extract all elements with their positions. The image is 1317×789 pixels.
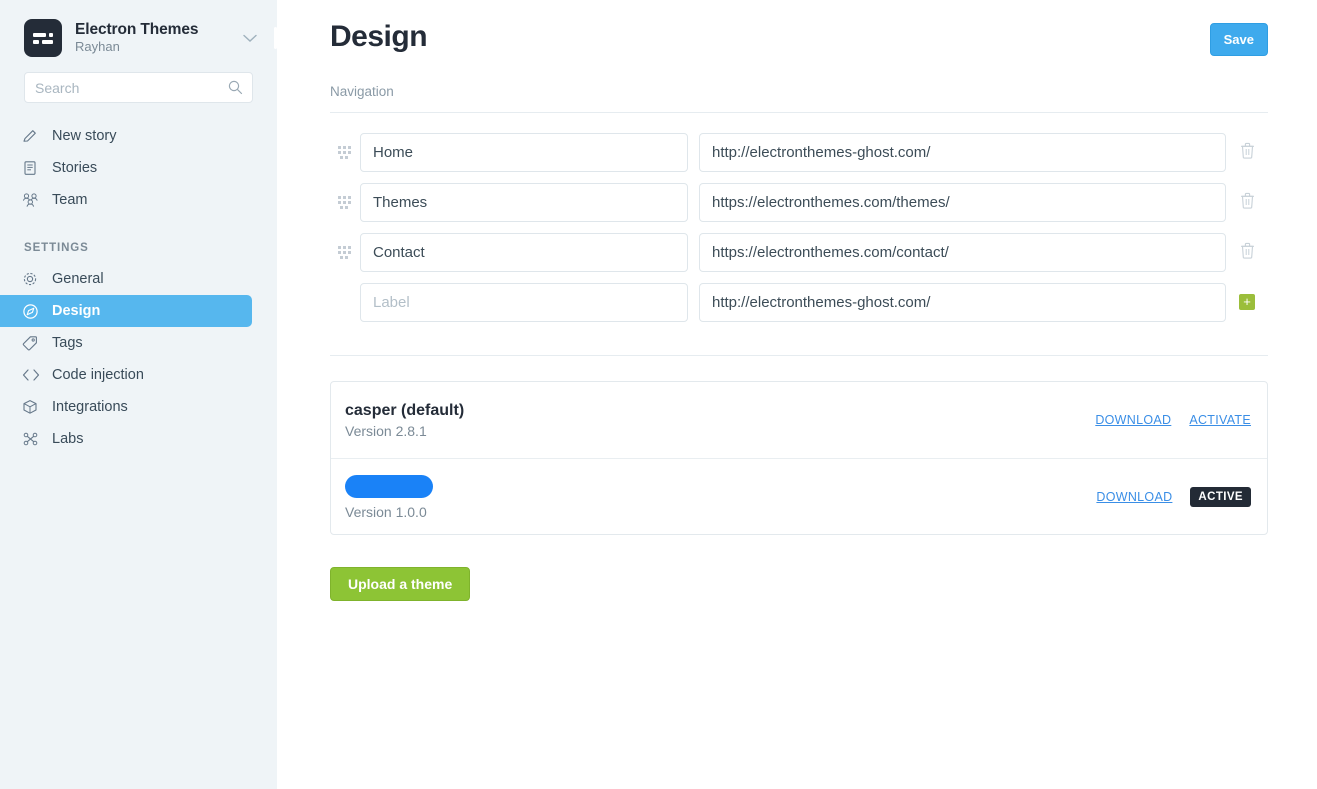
sidebar-item-general[interactable]: General (0, 263, 277, 295)
theme-actions: DOWNLOAD ACTIVE (1096, 486, 1251, 507)
navigation-row (330, 127, 1268, 177)
navigation-section-label: Navigation (330, 84, 1268, 113)
brand-title: Electron Themes (75, 20, 199, 38)
sidebar-item-code-injection[interactable]: Code injection (0, 359, 277, 391)
nav-label-input[interactable] (360, 182, 688, 222)
drag-handle-icon[interactable] (330, 245, 352, 259)
brand-switcher[interactable]: Electron Themes Rayhan (0, 0, 277, 58)
sidebar-item-label: Code injection (52, 367, 144, 383)
upload-theme-button[interactable]: Upload a theme (330, 567, 471, 601)
theme-name: casper (default) (345, 401, 465, 419)
sidebar-item-label: General (52, 271, 104, 287)
code-icon (22, 368, 44, 382)
sidebar-item-integrations[interactable]: Integrations (0, 391, 277, 423)
nav-row-action: + (1226, 294, 1268, 310)
people-icon (22, 192, 44, 208)
sidebar-item-labs[interactable]: Labs (0, 423, 277, 455)
nav-label-input[interactable] (360, 132, 688, 172)
theme-version: Version 1.0.0 (345, 504, 427, 520)
content-area: Navigation Home http://electronthemes-gh… (277, 84, 1317, 601)
sidebar-item-label: New story (52, 128, 117, 144)
nav-row-action (1226, 142, 1268, 162)
sidebar-item-label: Stories (52, 160, 98, 176)
trash-icon[interactable] (1240, 242, 1255, 262)
trash-icon[interactable] (1240, 192, 1255, 212)
nav-url-input[interactable] (699, 232, 1226, 272)
sidebar-item-team[interactable]: Team (0, 184, 277, 216)
page-header: Design Save (277, 0, 1317, 56)
theme-info: Version 1.0.0 (345, 473, 1096, 520)
nav-url-input[interactable] (699, 182, 1226, 222)
nav-row-action (1226, 192, 1268, 212)
brand-text: Electron Themes Rayhan (75, 21, 239, 56)
tag-icon (22, 335, 44, 351)
sidebar-item-label: Team (52, 192, 88, 208)
nav-url-input[interactable] (699, 132, 1226, 172)
sidebar-item-label: Tags (52, 335, 83, 351)
theme-activate-link[interactable]: ACTIVATE (1189, 413, 1251, 427)
theme-row: Version 1.0.0 DOWNLOAD ACTIVE (331, 458, 1267, 534)
sidebar-item-label: Labs (52, 431, 84, 447)
sidebar-item-label: Design (52, 303, 101, 319)
settings-nav: General Design Tags Code injection Integ… (0, 263, 277, 455)
box-icon (22, 399, 44, 415)
flask-icon (22, 431, 44, 447)
gear-icon (22, 271, 44, 287)
sidebar-item-stories[interactable]: Stories (0, 152, 277, 184)
save-button[interactable]: Save (1209, 23, 1268, 56)
section-divider (330, 355, 1268, 356)
search-icon (228, 80, 243, 100)
themes-list: casper (default) Version 2.8.1 DOWNLOAD … (330, 381, 1268, 535)
compass-icon (22, 303, 44, 320)
theme-info: casper (default) Version 2.8.1 (345, 402, 1095, 439)
drag-handle-icon[interactable] (330, 195, 352, 209)
navigation-row (330, 177, 1268, 227)
theme-version: Version 2.8.1 (345, 422, 427, 439)
trash-icon[interactable] (1240, 142, 1255, 162)
document-icon (22, 160, 44, 176)
search-box[interactable] (24, 72, 253, 103)
main-content: Design Save Navigation Home http://elect… (277, 0, 1317, 789)
page-title: Design (330, 20, 428, 53)
status-badge: ACTIVE (1190, 486, 1251, 507)
search-wrapper (0, 58, 277, 103)
brand-subtitle: Rayhan (75, 39, 120, 55)
sidebar-item-design[interactable]: Design (0, 295, 252, 327)
sidebar-item-label: Integrations (52, 399, 128, 415)
chevron-down-icon[interactable] (239, 34, 261, 43)
app-root: Electron Themes Rayhan New story (0, 0, 1317, 789)
sidebar-item-tags[interactable]: Tags (0, 327, 277, 359)
nav-url-input-new[interactable] (699, 282, 1226, 322)
nav-row-action (1226, 242, 1268, 262)
theme-download-link[interactable]: DOWNLOAD (1096, 490, 1172, 504)
sidebar-item-new-story[interactable]: New story (0, 120, 277, 152)
navigation-rows: + (330, 127, 1268, 327)
sidebar: Electron Themes Rayhan New story (0, 0, 284, 789)
theme-download-link[interactable]: DOWNLOAD (1095, 413, 1171, 427)
nav-label-input[interactable] (360, 232, 688, 272)
redaction-mark (345, 475, 433, 498)
navigation-row (330, 227, 1268, 277)
drag-handle-icon[interactable] (330, 145, 352, 159)
pencil-icon (22, 128, 44, 144)
nav-label-input-new[interactable] (360, 282, 688, 322)
theme-row: casper (default) Version 2.8.1 DOWNLOAD … (331, 382, 1267, 458)
primary-nav: New story Stories Team (0, 120, 277, 216)
search-input[interactable] (25, 73, 252, 102)
theme-name-redacted (345, 473, 1096, 501)
settings-heading: SETTINGS (24, 242, 89, 254)
plus-icon[interactable]: + (1239, 294, 1255, 310)
theme-actions: DOWNLOAD ACTIVATE (1095, 413, 1251, 427)
navigation-row-new: + (330, 277, 1268, 327)
list-logo-icon (24, 19, 62, 57)
